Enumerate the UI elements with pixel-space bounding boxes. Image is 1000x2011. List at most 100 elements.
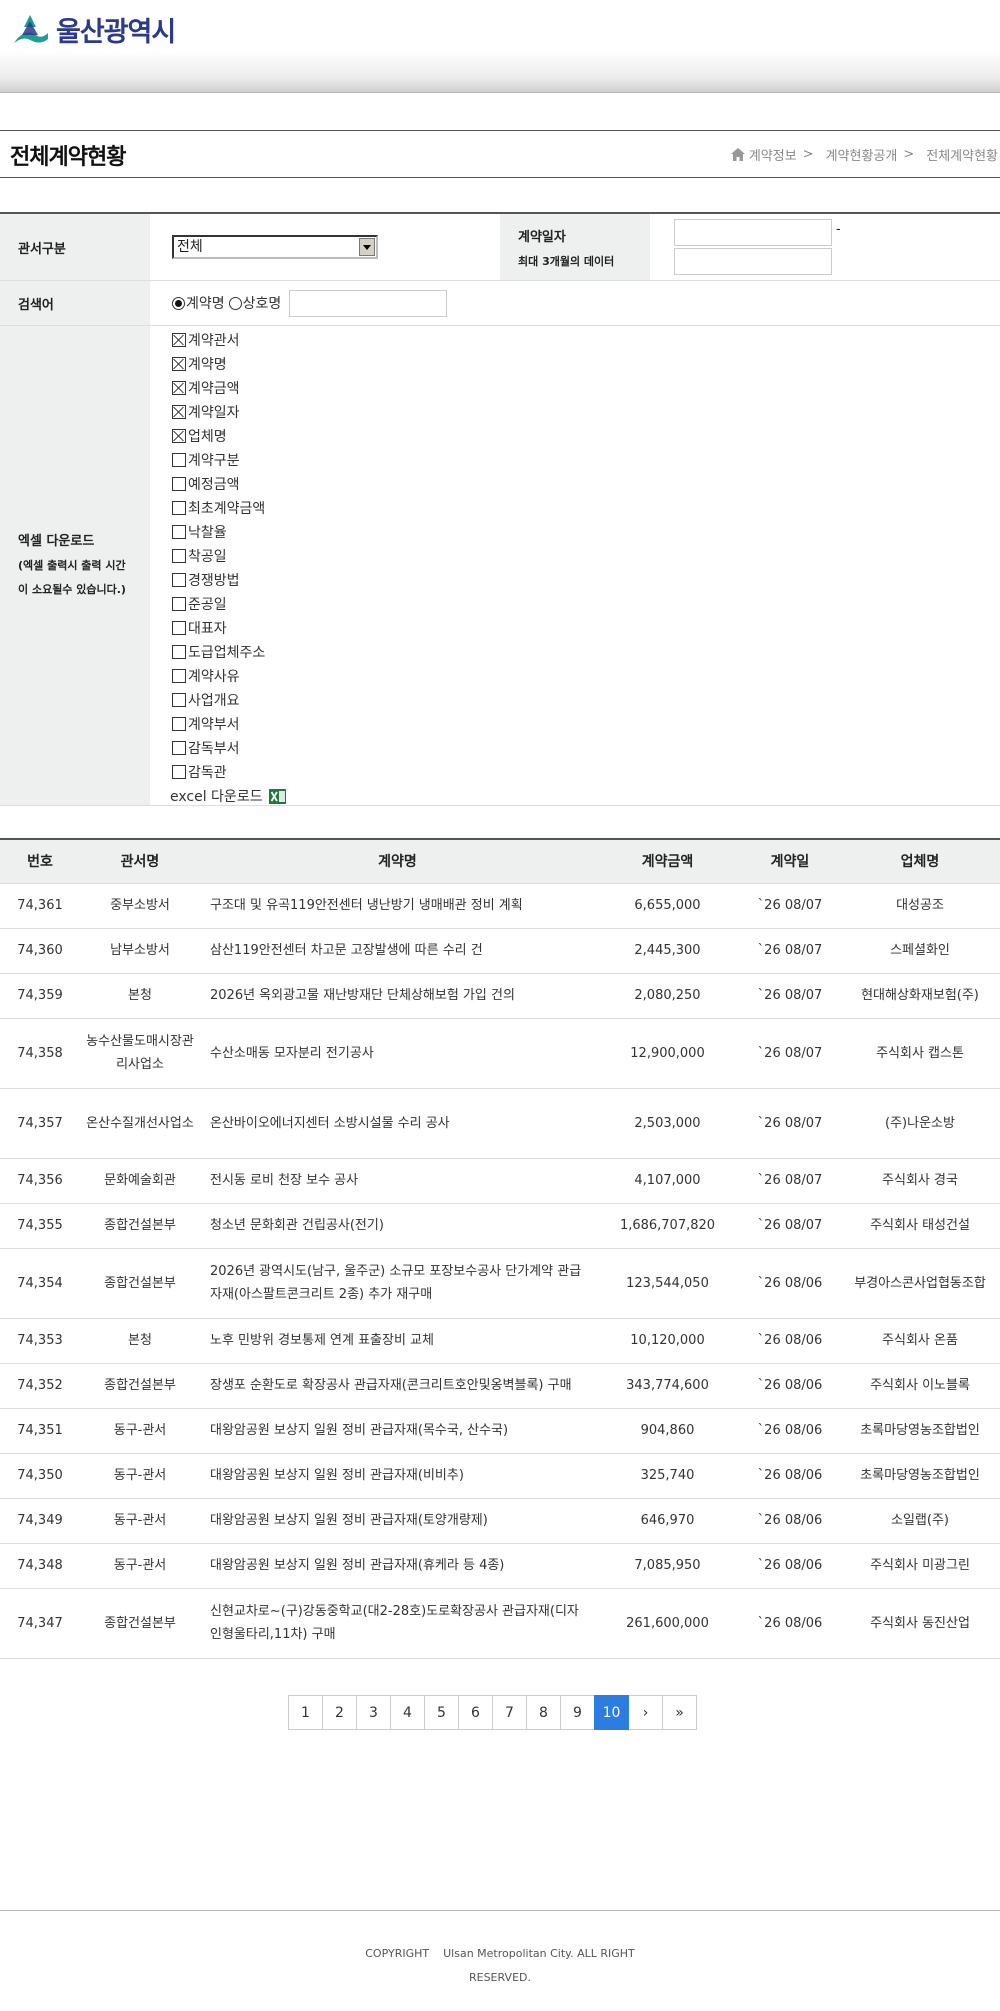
table-row[interactable]: 74,361 중부소방서 구조대 및 유곡119안전센터 냉난방기 냉매배관 정비 … [0, 883, 1000, 929]
table-row[interactable]: 74,356 문화예술회관 전시동 로비 천장 보수 공사 4,107,000 `26 … [0, 1158, 1000, 1204]
cell-no: 74,353 [0, 1318, 80, 1364]
table-row[interactable]: 74,359 본청 2026년 옥외광고물 재난방재단 단체상해보험 가입 건의 2,… [0, 973, 1000, 1019]
table-row[interactable]: 74,353 본청 노후 민방위 경보통제 연계 표출장비 교체 10,120,000… [0, 1318, 1000, 1364]
checkbox-label: 착공일 [188, 549, 227, 565]
checkbox[interactable] [172, 621, 186, 635]
excel-column-option[interactable]: 대표자 [172, 616, 286, 640]
cell-contract-name[interactable]: 전시동 로비 천장 보수 공사 [200, 1158, 595, 1204]
excel-column-option[interactable]: 계약구분 [172, 448, 286, 472]
checkbox[interactable] [172, 669, 186, 683]
date-start-input[interactable] [674, 219, 832, 246]
excel-column-option[interactable]: 업체명 [172, 424, 286, 448]
excel-column-option[interactable]: 준공일 [172, 592, 286, 616]
table-row[interactable]: 74,358 농수산물도매시장관리사업소 수산소매동 모자분리 전기공사 12,900… [0, 1018, 1000, 1089]
excel-column-option[interactable]: 도급업체주소 [172, 640, 286, 664]
cell-contract-name[interactable]: 온산바이오에너지센터 소방시설물 수리 공사 [200, 1088, 595, 1159]
checkbox[interactable] [172, 645, 186, 659]
date-end-input[interactable] [674, 248, 832, 275]
excel-download-link[interactable]: excel 다운로드 [170, 784, 286, 808]
radio-contract-name-dot[interactable] [172, 296, 185, 310]
checkbox[interactable] [172, 573, 186, 587]
chevron-down-icon[interactable] [359, 238, 375, 256]
checkbox[interactable] [172, 597, 186, 611]
checkbox[interactable] [172, 501, 186, 515]
breadcrumb-separator: > [903, 147, 915, 162]
excel-column-option[interactable]: 감독관 [172, 760, 286, 784]
page-button[interactable]: 2 [322, 1695, 357, 1730]
cell-contract-name[interactable]: 수산소매동 모자분리 전기공사 [200, 1018, 595, 1089]
excel-icon[interactable] [268, 788, 286, 804]
excel-column-option[interactable]: 계약사유 [172, 664, 286, 688]
checkbox[interactable] [172, 333, 186, 347]
home-icon[interactable] [730, 148, 745, 161]
dept-select[interactable]: 전체 [172, 235, 378, 259]
checkbox[interactable] [172, 765, 186, 779]
site-logo[interactable]: 울산광역시 [10, 10, 176, 49]
page-button[interactable]: 5 [424, 1695, 459, 1730]
page-button[interactable]: 3 [356, 1695, 391, 1730]
excel-column-option[interactable]: 계약명 [172, 352, 286, 376]
cell-contract-name[interactable]: 구조대 및 유곡119안전센터 냉난방기 냉매배관 정비 계획 [200, 883, 595, 929]
keyword-input[interactable] [289, 289, 448, 317]
excel-column-option[interactable]: 감독부서 [172, 736, 286, 760]
page-button[interactable]: 8 [526, 1695, 561, 1730]
checkbox[interactable] [172, 549, 186, 563]
table-row[interactable]: 74,360 남부소방서 삼산119안전센터 차고문 고장발생에 따른 수리 건 2,… [0, 928, 1000, 974]
table-row[interactable]: 74,352 종합건설본부 장생포 순환도로 확장공사 관급자재(콘크리트호안및옹벽… [0, 1363, 1000, 1409]
breadcrumb-item-all-contracts[interactable]: 전체계약현황 [926, 145, 998, 164]
excel-column-option[interactable]: 계약금액 [172, 376, 286, 400]
excel-column-option[interactable]: 경쟁방법 [172, 568, 286, 592]
cell-contract-name[interactable]: 대왕암공원 보상지 일원 정비 관급자재(비비추) [200, 1453, 595, 1499]
cell-contract-name[interactable]: 삼산119안전센터 차고문 고장발생에 따른 수리 건 [200, 928, 595, 974]
excel-column-option[interactable]: 착공일 [172, 544, 286, 568]
checkbox[interactable] [172, 405, 186, 419]
cell-contract-name[interactable]: 장생포 순환도로 확장공사 관급자재(콘크리트호안및옹벽블록) 구매 [200, 1363, 595, 1409]
table-row[interactable]: 74,347 종합건설본부 신현교차로~(구)강동중학교(대2-28호)도로확장공사… [0, 1588, 1000, 1659]
cell-contract-name[interactable]: 2026년 광역시도(남구, 울주군) 소규모 포장보수공사 단가계약 관급자재… [200, 1248, 595, 1319]
cell-contract-name[interactable]: 대왕암공원 보상지 일원 정비 관급자재(토양개량제) [200, 1498, 595, 1544]
page-button[interactable]: 10 [594, 1695, 629, 1730]
page-button[interactable]: 9 [560, 1695, 595, 1730]
checkbox[interactable] [172, 693, 186, 707]
table-row[interactable]: 74,355 종합건설본부 청소년 문화회관 건립공사(전기) 1,686,707,8… [0, 1203, 1000, 1249]
radio-company-name-dot[interactable] [228, 296, 242, 310]
cell-contract-name[interactable]: 2026년 옥외광고물 재난방재단 단체상해보험 가입 건의 [200, 973, 595, 1019]
checkbox[interactable] [172, 525, 186, 539]
checkbox[interactable] [172, 429, 186, 443]
excel-column-option[interactable]: 예정금액 [172, 472, 286, 496]
excel-column-option[interactable]: 계약관서 [172, 328, 286, 352]
excel-column-option[interactable]: 낙찰율 [172, 520, 286, 544]
checkbox[interactable] [172, 717, 186, 731]
checkbox[interactable] [172, 477, 186, 491]
page-button[interactable]: 7 [492, 1695, 527, 1730]
last-page-button[interactable]: » [662, 1695, 697, 1730]
page-button[interactable]: 4 [390, 1695, 425, 1730]
table-row[interactable]: 74,349 동구-관서 대왕암공원 보상지 일원 정비 관급자재(토양개량제) 64… [0, 1498, 1000, 1544]
cell-contract-name[interactable]: 청소년 문화회관 건립공사(전기) [200, 1203, 595, 1249]
checkbox[interactable] [172, 453, 186, 467]
excel-column-option[interactable]: 계약일자 [172, 400, 286, 424]
table-row[interactable]: 74,350 동구-관서 대왕암공원 보상지 일원 정비 관급자재(비비추) 325,… [0, 1453, 1000, 1499]
checkbox[interactable] [172, 381, 186, 395]
table-row[interactable]: 74,354 종합건설본부 2026년 광역시도(남구, 울주군) 소규모 포장보수… [0, 1248, 1000, 1319]
breadcrumb-item-contract-disclosure[interactable]: 계약현황공개 [826, 145, 898, 164]
cell-contract-name[interactable]: 대왕암공원 보상지 일원 정비 관급자재(목수국, 산수국) [200, 1408, 595, 1454]
radio-company-name[interactable]: 상호명 [228, 293, 281, 313]
cell-amount: 2,445,300 [595, 928, 740, 974]
radio-contract-name[interactable]: 계약명 [172, 293, 225, 313]
page-button[interactable]: 6 [458, 1695, 493, 1730]
table-row[interactable]: 74,351 동구-관서 대왕암공원 보상지 일원 정비 관급자재(목수국, 산수국… [0, 1408, 1000, 1454]
excel-column-option[interactable]: 사업개요 [172, 688, 286, 712]
next-page-button[interactable]: › [628, 1695, 663, 1730]
excel-column-option[interactable]: 최초계약금액 [172, 496, 286, 520]
page-button[interactable]: 1 [288, 1695, 323, 1730]
breadcrumb-item-contract-info[interactable]: 계약정보 [749, 145, 797, 164]
checkbox[interactable] [172, 741, 186, 755]
checkbox[interactable] [172, 357, 186, 371]
cell-contract-name[interactable]: 신현교차로~(구)강동중학교(대2-28호)도로확장공사 관급자재(디자인형울타… [200, 1588, 595, 1659]
excel-column-option[interactable]: 계약부서 [172, 712, 286, 736]
table-row[interactable]: 74,357 온산수질개선사업소 온산바이오에너지센터 소방시설물 수리 공사 2,5… [0, 1088, 1000, 1159]
cell-contract-name[interactable]: 노후 민방위 경보통제 연계 표출장비 교체 [200, 1318, 595, 1364]
cell-contract-name[interactable]: 대왕암공원 보상지 일원 정비 관급자재(휴케라 등 4종) [200, 1543, 595, 1589]
table-row[interactable]: 74,348 동구-관서 대왕암공원 보상지 일원 정비 관급자재(휴케라 등 4종… [0, 1543, 1000, 1589]
